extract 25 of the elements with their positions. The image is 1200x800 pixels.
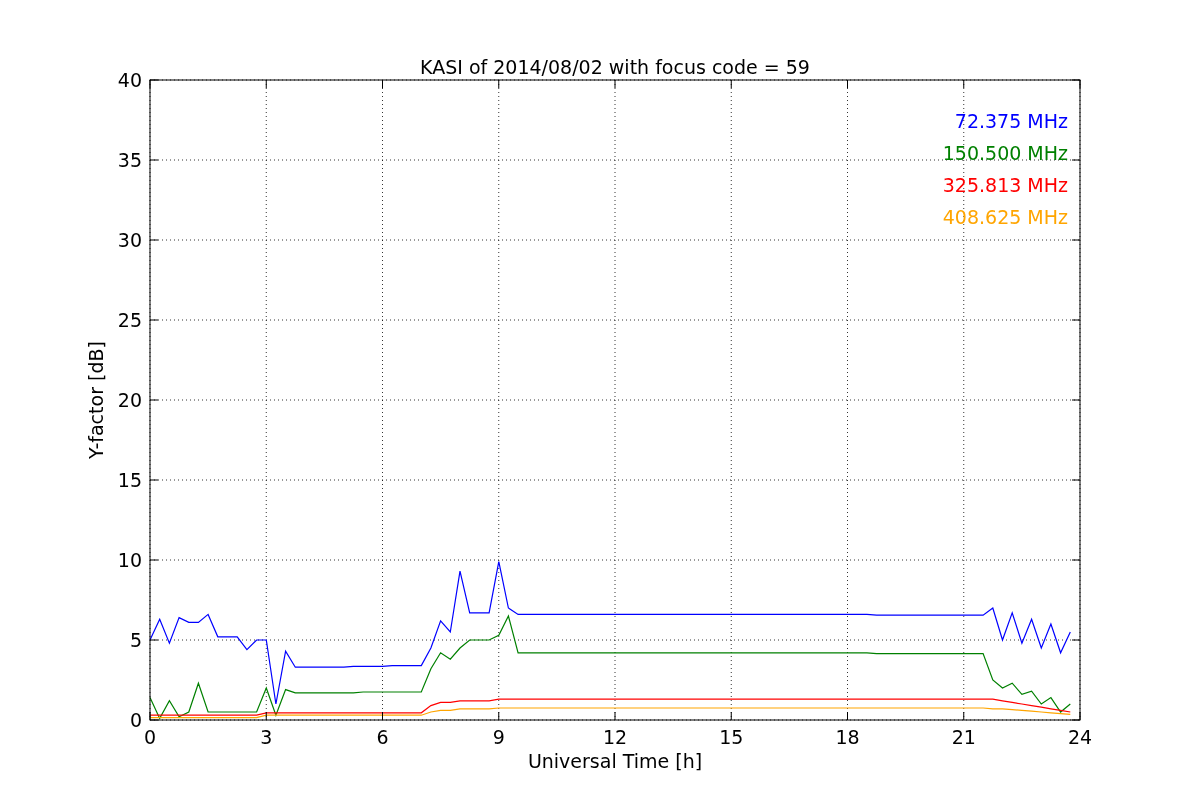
- y-axis-label: Y-factor [dB]: [85, 341, 107, 459]
- x-tick-label: 3: [260, 726, 273, 748]
- y-tick-label: 20: [117, 389, 142, 411]
- y-tick-label: 15: [117, 469, 142, 491]
- y-tick-label: 35: [117, 149, 142, 171]
- y-tick-label: 25: [117, 309, 142, 331]
- x-tick-label: 21: [951, 726, 976, 748]
- legend-label: 150.500 MHz: [942, 142, 1068, 164]
- x-tick-label: 18: [835, 726, 860, 748]
- y-tick-label: 5: [129, 629, 142, 651]
- legend-label: 72.375 MHz: [954, 110, 1068, 132]
- y-tick-label: 0: [129, 709, 142, 731]
- chart-title: KASI of 2014/08/02 with focus code = 59: [420, 56, 810, 78]
- x-tick-label: 24: [1067, 726, 1093, 748]
- legend-label: 325.813 MHz: [942, 174, 1068, 196]
- x-tick-label: 0: [143, 726, 157, 748]
- legend-label: 408.625 MHz: [942, 206, 1068, 228]
- y-tick-label: 10: [117, 549, 142, 571]
- x-tick-label: 9: [492, 726, 505, 748]
- y-tick-label: 40: [117, 69, 142, 91]
- y-tick-label: 30: [117, 229, 142, 251]
- x-tick-label: 12: [602, 726, 628, 748]
- x-tick-label: 6: [376, 726, 389, 748]
- x-tick-label: 15: [719, 726, 744, 748]
- x-axis-label: Universal Time [h]: [527, 750, 703, 772]
